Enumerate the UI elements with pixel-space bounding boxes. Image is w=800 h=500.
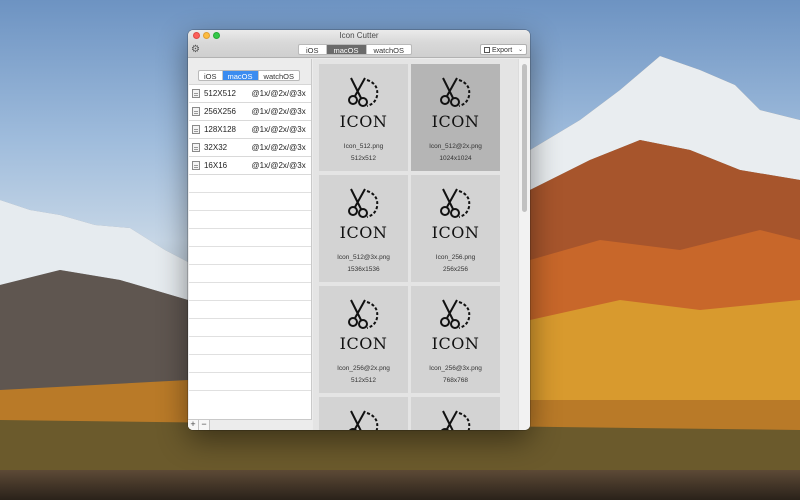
empty-row — [189, 337, 311, 355]
remove-size-button[interactable]: − — [199, 420, 210, 430]
size-row[interactable]: 256X256 @1x/@2x/@3x — [189, 103, 311, 121]
empty-row — [189, 319, 311, 337]
grid-scrollbar[interactable] — [518, 59, 530, 430]
icon-cell[interactable]: ICON Icon_256@3x.png 768x768 — [411, 286, 500, 393]
scale-label: @1x/@2x/@3x — [251, 161, 306, 170]
tab-macos[interactable]: macOS — [326, 45, 367, 54]
scale-label: @1x/@2x/@3x — [251, 125, 306, 134]
size-label: 512X512 — [203, 89, 236, 98]
file-name: Icon_512.png — [343, 143, 384, 150]
scroll-thumb[interactable] — [522, 64, 527, 212]
document-icon — [192, 143, 200, 152]
size-row[interactable]: 128X128 @1x/@2x/@3x — [189, 121, 311, 139]
icon-preview-text: ICON — [339, 334, 388, 353]
scissors-icon — [348, 77, 379, 107]
empty-row — [189, 193, 311, 211]
sidebar-tab-ios[interactable]: iOS — [199, 71, 223, 80]
size-label: 32X32 — [203, 143, 228, 152]
sidebar: iOS macOS watchOS 512X512 @1x/@2x/@3x 25… — [188, 59, 312, 430]
file-name: Icon_512@3x.png — [337, 254, 390, 261]
scissors-icon — [440, 299, 471, 329]
empty-row — [189, 355, 311, 373]
file-dimensions: 1024x1024 — [439, 155, 472, 162]
icon-cell[interactable]: ICON Icon_512.png 512x512 — [319, 64, 408, 171]
icon-preview-text: ICON — [431, 334, 480, 353]
export-label: Export — [492, 47, 513, 54]
size-label: 128X128 — [203, 125, 236, 134]
gear-icon[interactable]: ⚙ — [191, 45, 201, 55]
file-dimensions: 512x512 — [351, 155, 376, 162]
size-row[interactable]: 512X512 @1x/@2x/@3x — [189, 85, 311, 103]
add-remove-bar: + − — [188, 419, 312, 430]
title-bar: Icon Cutter — [188, 30, 530, 42]
empty-row — [189, 283, 311, 301]
empty-row — [189, 265, 311, 283]
icon-cell[interactable]: ICON Icon_256.png 256x256 — [411, 175, 500, 282]
empty-row — [189, 247, 311, 265]
scale-label: @1x/@2x/@3x — [251, 107, 306, 116]
size-list: 512X512 @1x/@2x/@3x 256X256 @1x/@2x/@3x … — [189, 84, 311, 430]
file-name: Icon_256@2x.png — [337, 365, 390, 372]
scissors-icon — [441, 410, 471, 430]
empty-row — [189, 301, 311, 319]
file-name: Icon_256@3x.png — [429, 365, 482, 372]
empty-row — [189, 229, 311, 247]
share-icon — [484, 47, 490, 53]
size-label: 256X256 — [203, 107, 236, 116]
chevron-down-icon: ⌄ — [517, 47, 523, 53]
icon-cell[interactable]: ICON Icon_512@3x.png 1536x1536 — [319, 175, 408, 282]
toolbar: ⚙ iOS macOS watchOS Export ⌄ — [188, 42, 530, 58]
size-label: 16X16 — [203, 161, 228, 170]
platform-segmented-control: iOS macOS watchOS — [298, 44, 412, 55]
window-title: Icon Cutter — [339, 31, 379, 40]
scissors-icon — [349, 410, 379, 430]
sidebar-platform-segmented-control: iOS macOS watchOS — [198, 70, 300, 81]
file-dimensions: 768x768 — [443, 377, 468, 384]
file-name: Icon_512@2x.png — [429, 143, 482, 150]
document-icon — [192, 89, 200, 98]
icon-cell[interactable]: ICON Icon_256@2x.png 512x512 — [319, 286, 408, 393]
file-name: Icon_256.png — [435, 254, 476, 261]
sidebar-tab-macos[interactable]: macOS — [222, 71, 259, 80]
add-size-button[interactable]: + — [188, 420, 199, 430]
size-row[interactable]: 16X16 @1x/@2x/@3x — [189, 157, 311, 175]
document-icon — [192, 161, 200, 170]
scale-label: @1x/@2x/@3x — [251, 143, 306, 152]
icon-cutter-window: Icon Cutter ⚙ iOS macOS watchOS Export ⌄… — [188, 30, 530, 430]
document-icon — [192, 107, 200, 116]
tab-watchos[interactable]: watchOS — [367, 45, 411, 54]
icon-cell-selected[interactable]: ICON Icon_512@2x.png 1024x1024 — [411, 64, 500, 171]
empty-row — [189, 373, 311, 391]
icon-cell[interactable] — [411, 397, 500, 430]
scissors-icon — [348, 299, 379, 329]
file-dimensions: 256x256 — [443, 266, 468, 273]
sidebar-tab-watchos[interactable]: watchOS — [259, 71, 299, 80]
scale-label: @1x/@2x/@3x — [251, 89, 306, 98]
scissors-icon — [440, 188, 471, 218]
empty-row — [189, 175, 311, 193]
file-dimensions: 1536x1536 — [347, 266, 380, 273]
icon-preview-text: ICON — [339, 223, 388, 242]
tab-ios[interactable]: iOS — [299, 45, 327, 54]
size-row[interactable]: 32X32 @1x/@2x/@3x — [189, 139, 311, 157]
file-dimensions: 512x512 — [351, 377, 376, 384]
document-icon — [192, 125, 200, 134]
icon-preview-text: ICON — [431, 223, 480, 242]
empty-row — [189, 211, 311, 229]
icon-preview-text: ICON — [431, 112, 480, 131]
icon-preview-text: ICON — [339, 112, 388, 131]
icon-grid: ICON Icon_512.png 512x512 ICON Icon_512@… — [313, 59, 518, 430]
icon-cell[interactable] — [319, 397, 408, 430]
scissors-icon — [348, 188, 379, 218]
export-button[interactable]: Export ⌄ — [480, 44, 527, 55]
scissors-icon — [440, 77, 471, 107]
